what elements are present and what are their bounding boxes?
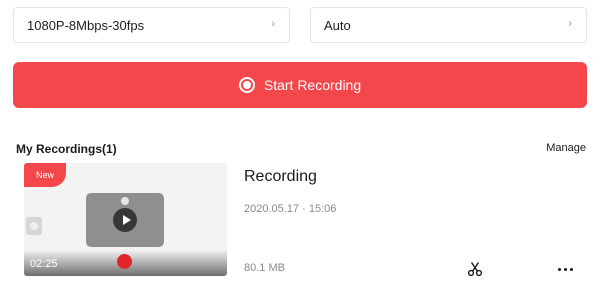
mode-dropdown[interactable]: Auto ›	[310, 7, 587, 43]
play-icon[interactable]	[113, 208, 137, 232]
start-recording-label: Start Recording	[263, 77, 362, 93]
mode-value: Auto	[324, 17, 351, 33]
thumbnail-preview-text: ​	[94, 169, 182, 174]
manage-button[interactable]: Manage	[546, 142, 586, 154]
quality-dropdown[interactable]: 1080P-8Mbps-30fps ›	[13, 7, 290, 43]
thumbnail-record-dot	[117, 254, 132, 269]
section-title: My Recordings(1)	[16, 142, 117, 156]
new-badge: New	[24, 163, 66, 187]
scissors-icon-graphic	[467, 262, 483, 277]
quality-value: 1080P-8Mbps-30fps	[27, 17, 145, 33]
record-icon	[238, 77, 255, 93]
more-icon[interactable]	[555, 260, 575, 278]
chevron-right-icon: ›	[271, 18, 275, 30]
thumbnail-side-control	[26, 217, 42, 235]
thumbnail-dot	[121, 197, 129, 205]
recording-title[interactable]: Recording	[244, 168, 317, 186]
start-recording-button[interactable]: Start Recording	[13, 62, 587, 108]
scissors-icon[interactable]	[465, 260, 485, 278]
duration-label: 02:25	[30, 258, 58, 270]
more-dots	[557, 267, 573, 271]
chevron-right-icon: ›	[568, 18, 572, 30]
recording-thumbnail[interactable]: ​ New 02:25	[24, 163, 227, 276]
recording-size: 80.1 MB	[244, 262, 285, 274]
recording-date: 2020.05.17 · 15:06	[244, 203, 337, 215]
